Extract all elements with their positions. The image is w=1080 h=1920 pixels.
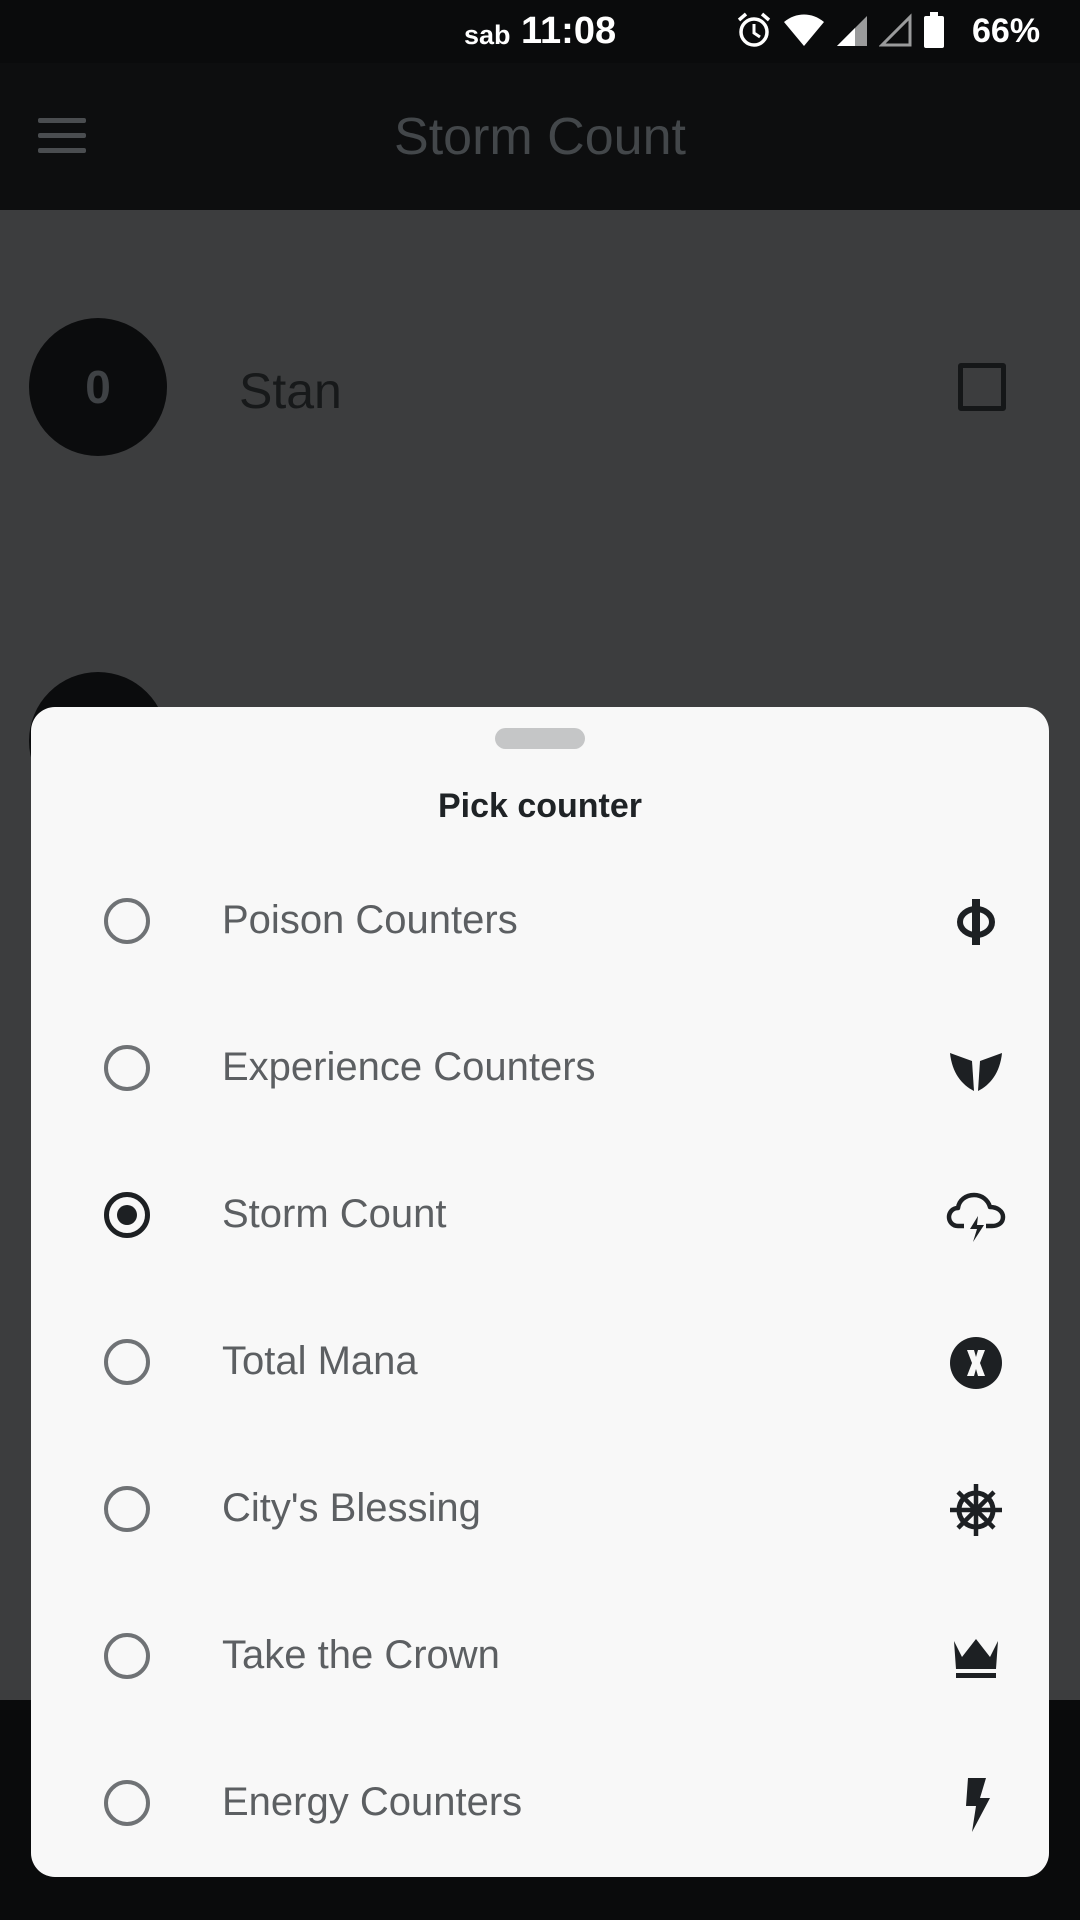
option-total-mana[interactable]: Total Mana [31, 1288, 1049, 1435]
option-label: Storm Count [222, 1192, 447, 1236]
crown-icon [946, 1627, 1006, 1687]
player-row[interactable]: 0 Stan [0, 318, 1080, 458]
battery-percent: 66% [972, 12, 1041, 50]
radio-button[interactable] [104, 1780, 150, 1826]
sheet-title: Pick counter [437, 787, 643, 825]
app-bar: Storm Count [0, 63, 1080, 210]
cell-signal-empty-icon [878, 12, 913, 52]
player-count[interactable]: 0 [29, 318, 167, 456]
option-label: Take the Crown [222, 1633, 500, 1677]
radio-button[interactable] [104, 1045, 150, 1091]
option-poison-counters[interactable]: Poison Counters [31, 847, 1049, 994]
option-label: Total Mana [222, 1339, 418, 1383]
option-experience-counters[interactable]: Experience Counters [31, 994, 1049, 1141]
option-take-the-crown[interactable]: Take the Crown [31, 1582, 1049, 1729]
alarm-icon [735, 11, 773, 54]
radio-button[interactable] [104, 898, 150, 944]
status-day: sab [464, 20, 511, 50]
player-name: Stan [239, 363, 342, 419]
mana-x-icon [946, 1333, 1006, 1393]
experience-wings-icon [946, 1039, 1006, 1099]
drag-handle[interactable] [495, 728, 585, 749]
radio-button[interactable] [104, 1339, 150, 1385]
status-bar: sab 11:08 66% [0, 0, 1080, 63]
status-icons [735, 11, 945, 54]
app-title: Storm Count [394, 108, 686, 166]
option-storm-count[interactable]: Storm Count [31, 1141, 1049, 1288]
player-checkbox[interactable] [958, 363, 1006, 411]
pick-counter-sheet: Pick counter Poison Counters Experience … [31, 707, 1049, 1877]
lightning-icon [946, 1774, 1006, 1834]
option-label: Experience Counters [222, 1045, 596, 1089]
option-citys-blessing[interactable]: City's Blessing [31, 1435, 1049, 1582]
status-time: 11:08 [521, 10, 617, 52]
radio-button[interactable] [104, 1633, 150, 1679]
option-label: City's Blessing [222, 1486, 481, 1530]
radio-button[interactable] [104, 1486, 150, 1532]
ship-wheel-icon [946, 1480, 1006, 1540]
phi-icon [946, 892, 1006, 952]
wifi-icon [783, 13, 825, 52]
option-label: Poison Counters [222, 898, 518, 942]
option-energy-counters[interactable]: Energy Counters [31, 1729, 1049, 1876]
storm-cloud-icon [946, 1186, 1006, 1246]
cell-signal-icon [835, 13, 869, 52]
radio-button-selected[interactable] [104, 1192, 150, 1238]
option-label: Energy Counters [222, 1780, 523, 1824]
battery-icon [923, 11, 945, 53]
